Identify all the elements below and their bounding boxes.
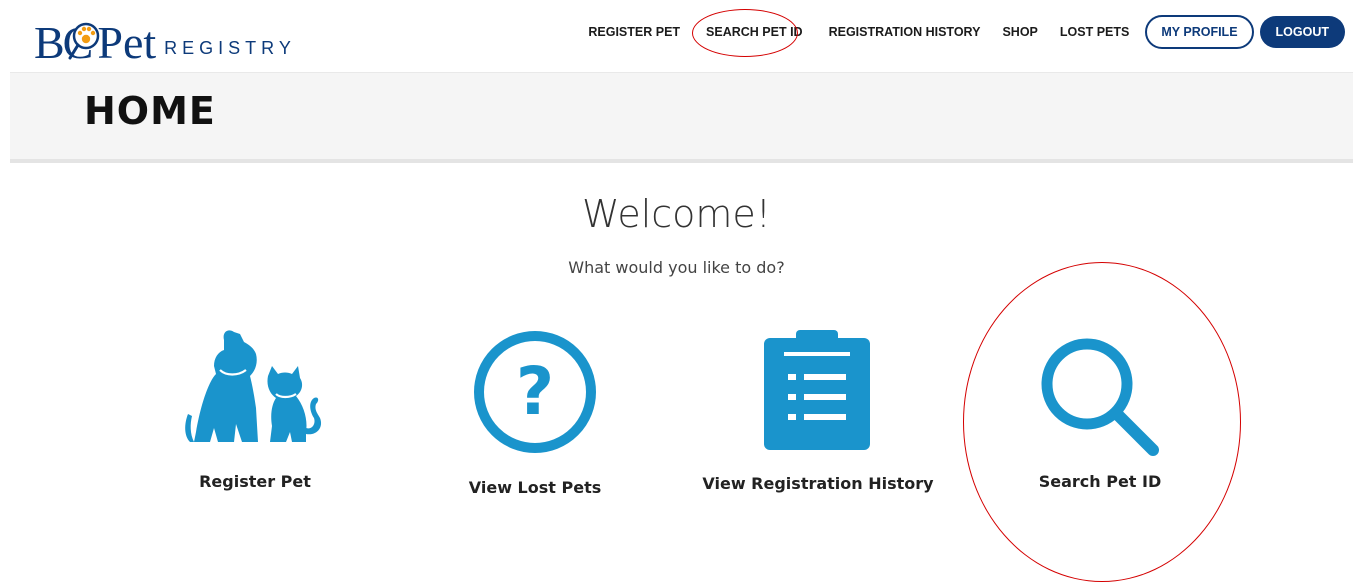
tile-register-pet[interactable]: Register Pet	[150, 328, 360, 498]
nav-lost-pets[interactable]: LOST PETS	[1060, 25, 1129, 39]
dog-and-cat-icon	[185, 330, 322, 442]
tile-view-lost-pets[interactable]: ? View Lost Pets	[430, 328, 640, 498]
bc-pet-registry-logo[interactable]: BC Pet REGISTRY	[34, 6, 296, 66]
tile-view-registration-history-label: View Registration History	[702, 474, 934, 493]
nav-registration-history[interactable]: REGISTRATION HISTORY	[829, 25, 981, 39]
welcome-heading: Welcome!	[581, 192, 772, 236]
logout-button[interactable]: LOGOUT	[1259, 16, 1345, 48]
svg-text:?: ?	[516, 353, 554, 430]
tile-view-lost-pets-label: View Lost Pets	[468, 478, 602, 497]
tile-view-registration-history[interactable]: View Registration History	[700, 328, 936, 498]
magnifier-icon	[1041, 338, 1159, 456]
main-nav: REGISTER PET SEARCH PET ID REGISTRATION …	[566, 9, 1345, 57]
tile-search-pet-id-label: Search Pet ID	[1038, 472, 1162, 491]
site-header: BC Pet REGISTRY REGISTER PET SEARCH PET …	[0, 0, 1353, 72]
logo-registry-text: REGISTRY	[164, 38, 296, 58]
page-title: HOME	[84, 89, 216, 133]
welcome-subtitle: What would you like to do?	[568, 258, 785, 277]
tile-register-pet-label: Register Pet	[199, 472, 311, 491]
my-profile-button[interactable]: MY PROFILE	[1145, 15, 1254, 49]
nav-shop[interactable]: SHOP	[1002, 25, 1037, 39]
tile-search-pet-id[interactable]: Search Pet ID	[995, 328, 1205, 498]
page-title-band: HOME	[10, 72, 1353, 163]
nav-search-pet-id[interactable]: SEARCH PET ID	[692, 9, 807, 57]
question-circle-icon: ?	[474, 331, 596, 453]
nav-search-pet-id-label: SEARCH PET ID	[706, 25, 803, 39]
nav-register-pet[interactable]: REGISTER PET	[588, 25, 680, 39]
paw-magnifier-icon	[68, 22, 100, 60]
clipboard-list-icon	[764, 330, 870, 450]
